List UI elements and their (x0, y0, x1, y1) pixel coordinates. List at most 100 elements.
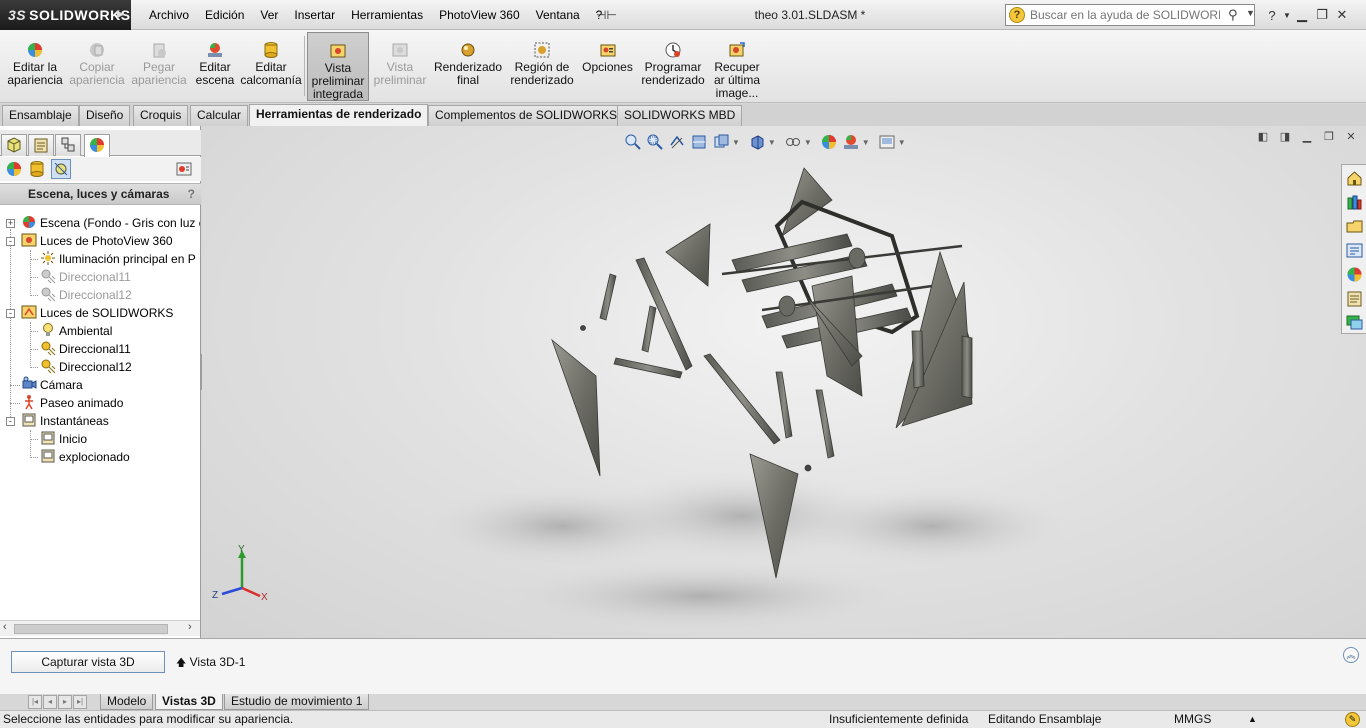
scene-lights-cameras-view-icon[interactable] (51, 159, 71, 179)
scroll-left-icon[interactable]: ‹ (3, 621, 7, 633)
restore-icon[interactable]: ❐ (1312, 7, 1332, 23)
tree-item-solidworks-lights[interactable]: Luces de SOLIDWORKS (21, 304, 173, 322)
options-button[interactable]: Opciones (580, 32, 635, 101)
final-render-button[interactable]: Renderizado final (432, 32, 504, 101)
logo-menu-arrow-icon[interactable]: ▶ (117, 0, 125, 30)
capture-3d-view-button[interactable]: Capturar vista 3D (11, 651, 165, 673)
tab-display-manager[interactable] (84, 134, 110, 157)
tree-item-ambient[interactable]: Ambiental (40, 322, 112, 340)
help-dropdown-icon[interactable]: ▼ (1282, 11, 1292, 20)
help-question-icon: ? (1009, 7, 1025, 23)
units-dropdown-icon[interactable]: ▲ (1248, 711, 1257, 728)
edit-appearance-button[interactable]: Editar la apariencia (4, 32, 66, 101)
decals-view-icon[interactable] (28, 160, 46, 178)
tab-vistas-3d[interactable]: Vistas 3D (155, 694, 223, 710)
tab-croquis[interactable]: Croquis (133, 105, 189, 126)
tab-solidworks-mbd[interactable]: SOLIDWORKS MBD (617, 105, 743, 126)
exploded-assembly-model[interactable] (202, 126, 1366, 638)
solidworks-logo[interactable]: 3S SOLIDWORKS ▶ (0, 0, 131, 30)
appearances-view-icon[interactable] (5, 160, 23, 178)
design-library-icon[interactable] (1345, 193, 1364, 212)
tree-item-main-lighting[interactable]: Iluminación principal en P (40, 250, 196, 268)
menu-insertar[interactable]: Insertar (286, 0, 343, 30)
appearances-scenes-icon[interactable] (1345, 265, 1364, 284)
search-icon[interactable]: ⚲ (1228, 7, 1238, 23)
paste-appearance-button[interactable]: Pegar apariencia (128, 32, 190, 101)
schedule-render-button[interactable]: Programar renderizado (638, 32, 708, 101)
tab-diseno[interactable]: Diseño (79, 105, 131, 126)
solidworks-resources-icon[interactable] (1345, 169, 1364, 188)
tooltip-toggle-icon[interactable]: ✎ (1345, 712, 1360, 727)
copy-appearance-button[interactable]: Copiar apariencia (66, 32, 128, 101)
integrated-preview-button[interactable]: Vista preliminar integrada (307, 32, 369, 101)
close-icon[interactable]: ✕ (1332, 7, 1352, 23)
custom-properties-icon[interactable] (1345, 289, 1364, 308)
tab-ensamblaje[interactable]: Ensamblaje (2, 105, 79, 126)
forum-icon[interactable] (1345, 313, 1364, 332)
tree-item-snapshot-inicio[interactable]: Inicio (40, 430, 87, 448)
menu-edicion[interactable]: Edición (197, 0, 252, 30)
status-units[interactable]: MMGS (1174, 711, 1211, 728)
prev-tab-icon[interactable]: ◂ (43, 695, 57, 709)
minimize-icon[interactable]: ▁ (1292, 7, 1312, 23)
view-palette-icon[interactable] (1345, 241, 1364, 260)
first-tab-icon[interactable]: |◂ (28, 695, 42, 709)
last-tab-icon[interactable]: ▸| (73, 695, 87, 709)
status-definition: Insuficientemente definida (829, 712, 969, 726)
menu-photoview[interactable]: PhotoView 360 (431, 0, 528, 30)
scroll-right-icon[interactable]: › (188, 621, 192, 633)
tree-item-sw-directional12[interactable]: Direccional12 (40, 358, 132, 376)
search-dropdown-icon[interactable]: ▼ (1246, 8, 1255, 18)
tree-label: Direccional12 (59, 360, 132, 374)
next-tab-icon[interactable]: ▸ (58, 695, 72, 709)
preview-window-button[interactable]: Vista preliminar (370, 32, 430, 101)
menu-ventana[interactable]: Ventana (528, 0, 588, 30)
tab-calcular[interactable]: Calcular (190, 105, 249, 126)
recover-last-image-label: Recuper ar última image... (713, 60, 760, 100)
3d-view-item[interactable]: 🡅 Vista 3D-1 (176, 655, 245, 673)
tree-item-scene[interactable]: Escena (Fondo - Gris con luz c (21, 214, 200, 232)
tab-feature-manager[interactable] (1, 134, 27, 156)
integrated-preview-label: Vista preliminar integrada (311, 61, 365, 101)
menu-ver[interactable]: Ver (252, 0, 286, 30)
render-region-button[interactable]: Región de renderizado (506, 32, 578, 101)
tree-item-photoview-lights[interactable]: Luces de PhotoView 360 (21, 232, 173, 250)
tree-horizontal-scrollbar[interactable]: ‹ › (0, 620, 200, 636)
panel-header: Escena, luces y cámaras ? (0, 183, 201, 205)
tab-herramientas-renderizado[interactable]: Herramientas de renderizado (249, 104, 429, 126)
scrollbar-thumb[interactable] (14, 624, 168, 634)
snapshots-expander[interactable]: - (6, 417, 15, 426)
tree-item-pv-directional12[interactable]: Direccional12 (40, 286, 132, 304)
help-search-input[interactable] (1030, 7, 1220, 23)
recover-last-image-button[interactable]: Recuper ar última image... (710, 32, 764, 101)
collapse-panel-icon[interactable]: ︽ (1343, 647, 1359, 663)
pin-menu-icon[interactable]: ⊣⊢ (596, 8, 617, 22)
photoview-lights-expander[interactable]: - (6, 237, 15, 246)
display-options-icon[interactable] (175, 160, 193, 178)
edit-scene-label: Editar escena (195, 60, 235, 87)
tab-modelo[interactable]: Modelo (100, 694, 154, 710)
task-pane-tabs (1341, 164, 1366, 334)
tree-item-snapshots[interactable]: Instantáneas (21, 412, 109, 430)
tree-item-pv-directional11[interactable]: Direccional11 (40, 268, 131, 286)
tree-item-sw-directional11[interactable]: Direccional11 (40, 340, 131, 358)
panel-help-icon[interactable]: ? (188, 184, 195, 204)
tab-property-manager[interactable] (28, 134, 54, 156)
edit-scene-button[interactable]: Editar escena (190, 32, 240, 101)
tab-configuration-manager[interactable] (55, 134, 81, 156)
tree-item-snapshot-explocionado[interactable]: explocionado (40, 448, 130, 466)
tree-item-camera[interactable]: Cámara (21, 376, 83, 394)
solidworks-lights-expander[interactable]: - (6, 309, 15, 318)
scene-expander[interactable]: + (6, 219, 15, 228)
preview-window-icon (392, 43, 408, 57)
graphics-area[interactable]: ◧ ◨ ▁ ❐ ✕ ▼ ▼ ▼ ▼ ▼ Y Z X (202, 126, 1366, 638)
tree-item-walkthrough[interactable]: Paseo animado (21, 394, 123, 412)
help-menu-icon[interactable]: ? (1262, 8, 1282, 23)
snapshot-icon (41, 449, 55, 463)
menu-archivo[interactable]: Archivo (141, 0, 197, 30)
tab-complementos[interactable]: Complementos de SOLIDWORKS (428, 105, 625, 126)
menu-herramientas[interactable]: Herramientas (343, 0, 431, 30)
edit-decal-button[interactable]: Editar calcomanía (240, 32, 302, 101)
file-explorer-icon[interactable] (1345, 217, 1364, 236)
tab-estudio-movimiento[interactable]: Estudio de movimiento 1 (224, 694, 370, 710)
